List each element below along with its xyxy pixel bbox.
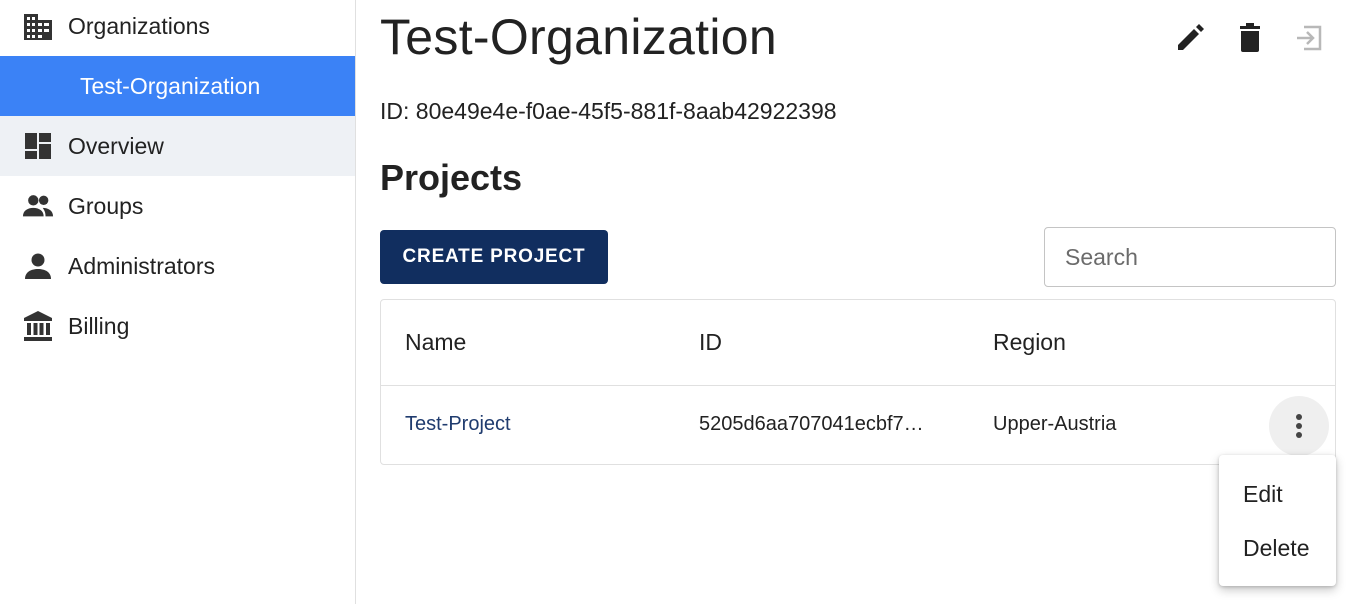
building-icon: [22, 10, 54, 42]
menu-item-delete[interactable]: Delete: [1219, 522, 1336, 574]
projects-table: Name ID Region Test-Project 5205d6aa7070…: [380, 299, 1336, 465]
bank-icon: [22, 310, 54, 342]
column-header-name[interactable]: Name: [405, 329, 466, 356]
exit-icon[interactable]: [1294, 18, 1326, 58]
create-project-button[interactable]: CREATE PROJECT: [380, 230, 608, 284]
sidebar-item-overview[interactable]: Overview: [0, 116, 355, 176]
sidebar-item-groups[interactable]: Groups: [0, 176, 355, 236]
sidebar-item-administrators[interactable]: Administrators: [0, 236, 355, 296]
people-icon: [22, 190, 54, 222]
sidebar-item-label: Billing: [68, 312, 130, 339]
menu-item-edit[interactable]: Edit: [1219, 468, 1336, 520]
table-row: Test-Project 5205d6aa707041ecbf7… Upper-…: [381, 386, 1335, 464]
project-region: Upper-Austria: [993, 413, 1117, 435]
sidebar-item-label: Test-Organization: [80, 72, 261, 99]
page-title: Test-Organization: [380, 9, 777, 65]
organization-id: ID: 80e49e4e-f0ae-45f5-881f-8aab42922398: [380, 98, 837, 124]
dashboard-icon: [22, 130, 54, 162]
sidebar: Organizations Test-Organization Overview…: [0, 0, 356, 604]
sidebar-item-billing[interactable]: Billing: [0, 296, 355, 356]
project-id: 5205d6aa707041ecbf7…: [699, 413, 924, 435]
column-header-id[interactable]: ID: [699, 329, 722, 356]
delete-icon[interactable]: [1234, 18, 1266, 58]
projects-title: Projects: [380, 157, 523, 198]
sidebar-item-label: Groups: [68, 192, 144, 219]
search-input[interactable]: [1044, 227, 1336, 287]
more-vert-icon[interactable]: [1269, 396, 1329, 456]
project-name-link[interactable]: Test-Project: [405, 413, 511, 436]
table-header: Name ID Region: [381, 300, 1335, 386]
header-actions: [1174, 18, 1326, 58]
sidebar-item-organizations[interactable]: Organizations: [0, 0, 355, 56]
column-header-region[interactable]: Region: [993, 329, 1066, 356]
row-actions-menu: Edit Delete: [1219, 455, 1336, 586]
sidebar-item-label: Organizations: [68, 12, 210, 39]
person-icon: [22, 250, 54, 282]
sidebar-item-test-organization[interactable]: Test-Organization: [0, 56, 355, 116]
sidebar-item-label: Overview: [68, 132, 164, 159]
sidebar-item-label: Administrators: [68, 252, 215, 279]
edit-icon[interactable]: [1174, 18, 1206, 58]
